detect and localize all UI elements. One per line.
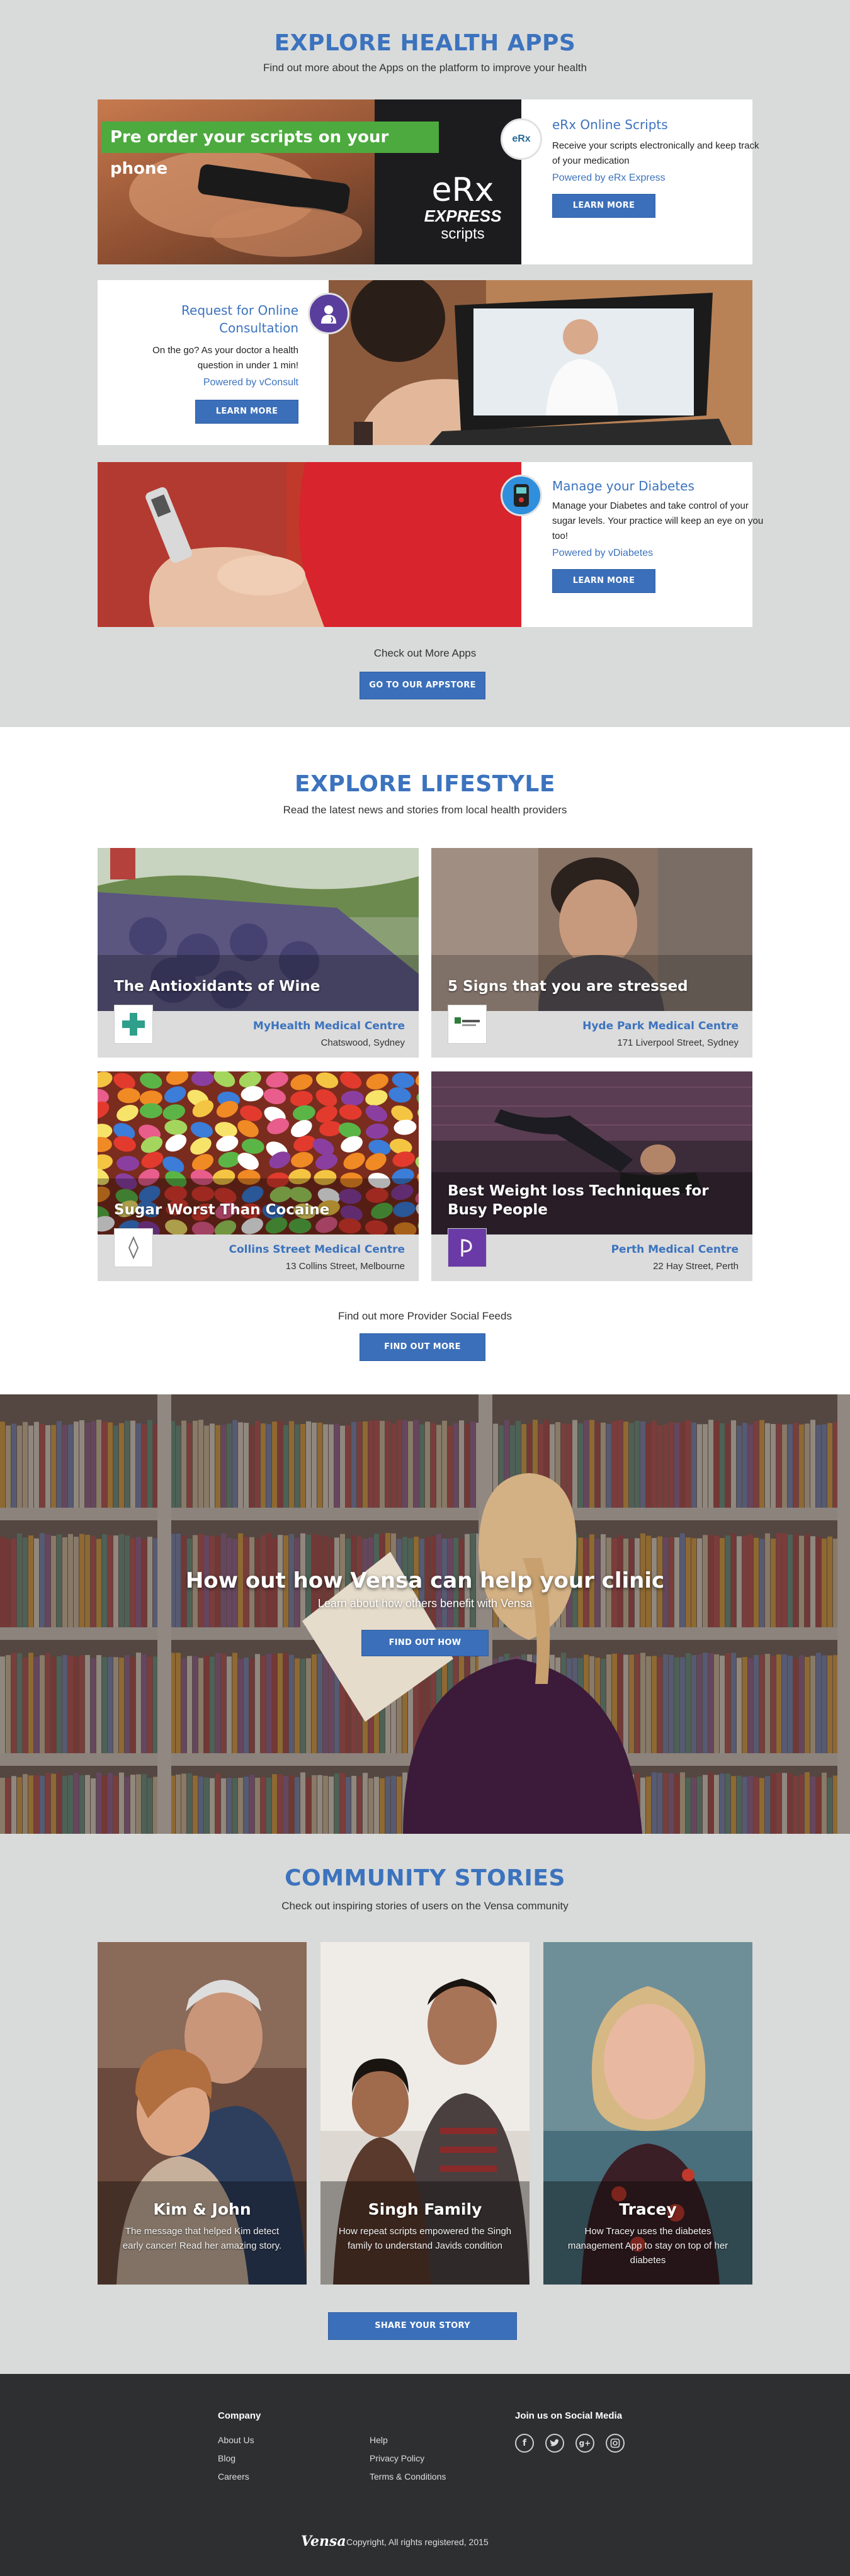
story-desc: The message that helped Kim detect early… [122, 2226, 282, 2251]
community-title: COMMUNITY STORIES [285, 1865, 565, 1891]
erx-learn-more-button[interactable]: LEARN MORE [552, 194, 655, 218]
consult-card: Request for Online Consultation On the g… [98, 280, 752, 445]
lifestyle-card-title: Sugar Worst Than Cocaine [114, 1202, 330, 1218]
apps-title: EXPLORE HEALTH APPS [274, 30, 576, 56]
provider-address: 22 Hay Street, Perth [653, 1261, 739, 1272]
erx-logo-icon: eRx [501, 118, 542, 160]
google-plus-glyph: g+ [579, 2439, 591, 2448]
diabetes-image [98, 462, 521, 627]
community-subtitle: Check out inspiring stories of users on … [281, 1900, 569, 1912]
diabetes-learn-more-button[interactable]: LEARN MORE [552, 569, 655, 593]
lifestyle-card-sugar[interactable]: Sugar Worst Than Cocaine Collins Street … [98, 1071, 419, 1281]
footer-link-help[interactable]: Help [370, 2435, 388, 2445]
provider-address: 171 Liverpool Street, Sydney [617, 1037, 739, 1048]
erx-banner: Pre order your scripts on your phone [101, 121, 439, 178]
hero-section: How out how Vensa can help your clinic L… [0, 1394, 850, 1834]
apps-subtitle: Find out more about the Apps on the plat… [263, 62, 587, 74]
erx-powered: Powered by eRx Express [552, 172, 666, 183]
story-card-tracey[interactable]: Tracey How Tracey uses the diabetes mana… [543, 1942, 752, 2285]
story-card-kim-john[interactable]: Kim & John The message that helped Kim d… [98, 1942, 307, 2285]
footer-link-terms[interactable]: Terms & Conditions [370, 2471, 446, 2482]
provider-name[interactable]: Collins Street Medical Centre [229, 1243, 405, 1256]
footer-copyright: Copyright, All rights registered, 2015 [346, 2537, 489, 2547]
erx-heading: eRx Online Scripts [552, 117, 668, 132]
diabetes-text: Manage your Diabetes Manage your Diabete… [552, 462, 783, 627]
community-section: COMMUNITY STORIES Check out inspiring st… [0, 1834, 850, 2374]
lifestyle-subtitle: Read the latest news and stories from lo… [283, 804, 567, 816]
consult-desc: On the go? As your doctor a health quest… [152, 345, 298, 371]
story-name: Tracey [619, 2200, 677, 2218]
hero-title: How out how Vensa can help your clinic [185, 1568, 665, 1593]
social-feeds-text: Find out more Provider Social Feeds [338, 1310, 512, 1322]
share-story-button[interactable]: SHARE YOUR STORY [328, 2312, 517, 2340]
instagram-icon[interactable] [606, 2434, 625, 2453]
find-out-more-button[interactable]: FIND OUT MORE [360, 1333, 485, 1361]
appstore-button[interactable]: GO TO OUR APPSTORE [360, 672, 485, 699]
footer-link-careers[interactable]: Careers [218, 2471, 249, 2482]
story-name: Singh Family [368, 2200, 482, 2218]
diabetes-heading: Manage your Diabetes [552, 478, 694, 494]
diabetes-logo-icon [501, 475, 542, 516]
twitter-icon[interactable] [545, 2434, 564, 2453]
find-out-how-button[interactable]: FIND OUT HOW [361, 1630, 489, 1656]
hero-background-image [0, 1394, 850, 1834]
consult-powered: Powered by vConsult [203, 377, 298, 388]
erx-card: Pre order your scripts on your phone eRx… [98, 99, 759, 264]
footer-company-heading: Company [218, 2410, 261, 2421]
hydepark-logo [448, 1005, 487, 1044]
hero-subtitle: Learn about how others benefit with Vens… [317, 1597, 533, 1610]
diabetes-card: Manage your Diabetes Manage your Diabete… [98, 462, 763, 627]
lifestyle-card-title: Best Weight loss Techniques for Busy Peo… [448, 1183, 709, 1218]
consult-image [329, 280, 752, 445]
apps-section: EXPLORE HEALTH APPS Find out more about … [0, 0, 850, 727]
lifestyle-card-stress[interactable]: 5 Signs that you are stressed Hyde Park … [431, 848, 752, 1058]
consult-text: Request for Online Consultation On the g… [98, 280, 329, 445]
provider-address: Chatswood, Sydney [320, 1037, 405, 1048]
footer-social-heading: Join us on Social Media [515, 2410, 623, 2421]
erx-badge-text: eRx [512, 133, 531, 144]
provider-name[interactable]: Hyde Park Medical Centre [582, 1020, 739, 1032]
footer: Company About Us Blog Careers Help Priva… [0, 2374, 850, 2576]
consult-learn-more-button[interactable]: LEARN MORE [195, 400, 298, 424]
more-apps-text: Check out More Apps [373, 647, 477, 659]
erx-logo-express: EXPRESS [424, 206, 502, 225]
collins-logo [114, 1228, 153, 1267]
lifestyle-card-footer: MyHealth Medical Centre Chatswood, Sydne… [98, 1005, 419, 1058]
footer-link-about[interactable]: About Us [218, 2435, 254, 2445]
erx-logo-scripts: scripts [441, 225, 485, 242]
consult-logo-icon [308, 293, 349, 334]
google-plus-icon[interactable]: g+ [575, 2434, 594, 2453]
lifestyle-card-footer: Perth Medical Centre 22 Hay Street, Pert… [431, 1228, 752, 1281]
footer-link-privacy[interactable]: Privacy Policy [370, 2453, 424, 2463]
lifestyle-card-title: 5 Signs that you are stressed [448, 978, 688, 995]
footer-link-blog[interactable]: Blog [218, 2453, 235, 2463]
facebook-icon[interactable]: f [515, 2434, 534, 2453]
perth-logo [448, 1228, 487, 1267]
erx-logo: eRx EXPRESS scripts [412, 174, 513, 243]
erx-desc: Receive your scripts electronically and … [552, 140, 759, 166]
provider-name[interactable]: Perth Medical Centre [611, 1243, 739, 1256]
footer-brand-logo: Vensa [301, 2533, 346, 2550]
story-desc: How Tracey uses the diabetes management … [567, 2226, 728, 2266]
provider-address: 13 Collins Street, Melbourne [285, 1261, 405, 1272]
facebook-glyph: f [522, 2438, 527, 2448]
lifestyle-card-weightloss[interactable]: Best Weight loss Techniques for Busy Peo… [431, 1071, 752, 1281]
diabetes-powered: Powered by vDiabetes [552, 548, 654, 558]
lifestyle-section: EXPLORE LIFESTYLE Read the latest news a… [0, 727, 850, 1394]
provider-name[interactable]: MyHealth Medical Centre [253, 1020, 405, 1032]
erx-text: eRx Online Scripts Receive your scripts … [552, 99, 783, 264]
story-desc: How repeat scripts empowered the Singh f… [338, 2226, 512, 2251]
lifestyle-card-wine[interactable]: The Antioxidants of Wine MyHealth Medica… [98, 848, 419, 1058]
lifestyle-card-footer: Collins Street Medical Centre 13 Collins… [98, 1228, 419, 1281]
lifestyle-title: EXPLORE LIFESTYLE [295, 771, 555, 797]
consult-heading: Request for Online Consultation [181, 303, 298, 336]
erx-logo-main: eRx [431, 171, 494, 209]
diabetes-desc: Manage your Diabetes and take control of… [552, 500, 764, 541]
lifestyle-card-title: The Antioxidants of Wine [114, 978, 320, 995]
myhealth-logo [114, 1005, 153, 1044]
story-name: Kim & John [153, 2200, 251, 2218]
story-card-singh-family[interactable]: Singh Family How repeat scripts empowere… [320, 1942, 530, 2285]
lifestyle-card-footer: Hyde Park Medical Centre 171 Liverpool S… [431, 1005, 752, 1058]
